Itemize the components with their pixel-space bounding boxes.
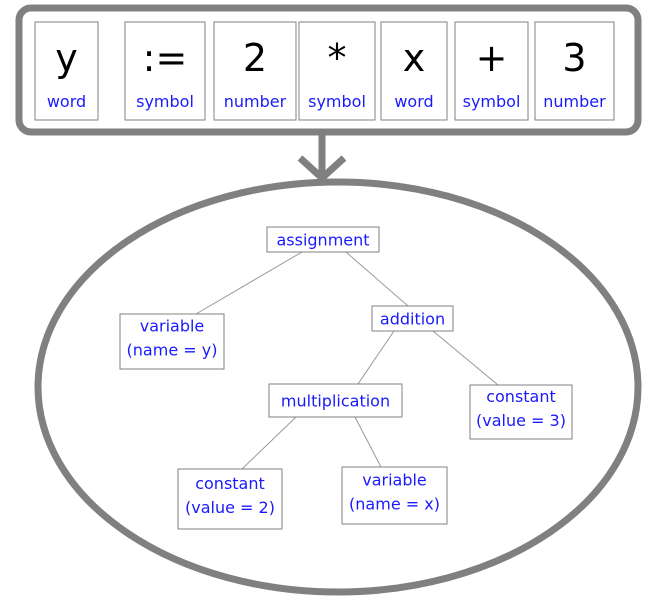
- token-kind: word: [394, 92, 433, 111]
- token-text: +: [476, 36, 508, 80]
- tree-node-var-y: variable (name = y): [119, 313, 225, 370]
- token-box: := symbol: [124, 21, 206, 121]
- node-label: multiplication: [281, 392, 390, 411]
- token-kind: number: [543, 92, 606, 111]
- token-box: * symbol: [298, 21, 376, 121]
- node-label: (value = 3): [476, 411, 566, 430]
- lexer-parser-diagram: y word := symbol 2 number * symbol x word + symbol 3…: [15, 4, 642, 596]
- node-label: constant: [486, 387, 556, 406]
- tree-node-const-2: constant (value = 2): [177, 468, 283, 530]
- tree-node-addition: addition: [371, 305, 454, 332]
- node-label: addition: [380, 310, 445, 329]
- node-label: (value = 2): [185, 498, 275, 517]
- node-label: assignment: [276, 231, 369, 250]
- tree-node-const-3: constant (value = 3): [469, 384, 573, 440]
- token-text: 3: [562, 36, 586, 80]
- token-box: x word: [380, 21, 448, 121]
- token-text: :=: [143, 36, 188, 80]
- token-box: + symbol: [454, 21, 529, 121]
- token-text: y: [55, 36, 78, 80]
- token-kind: word: [47, 92, 86, 111]
- node-label: variable: [362, 471, 427, 490]
- token-kind: number: [224, 92, 287, 111]
- token-box: 3 number: [534, 21, 615, 121]
- token-kind: symbol: [463, 92, 521, 111]
- token-kind: symbol: [136, 92, 194, 111]
- token-text: 2: [243, 36, 267, 80]
- node-label: variable: [140, 317, 205, 336]
- node-label: (name = y): [127, 341, 218, 360]
- token-box: y word: [34, 21, 99, 121]
- node-label: constant: [195, 474, 265, 493]
- tree-node-multiplication: multiplication: [268, 383, 403, 418]
- token-text: x: [403, 36, 426, 80]
- node-label: (name = x): [349, 495, 440, 514]
- token-text: *: [328, 36, 347, 80]
- tree-node-var-x: variable (name = x): [341, 466, 448, 525]
- token-kind: symbol: [308, 92, 366, 111]
- token-box: 2 number: [213, 21, 297, 121]
- down-arrow-icon: [297, 133, 347, 183]
- tree-node-assignment: assignment: [266, 226, 380, 253]
